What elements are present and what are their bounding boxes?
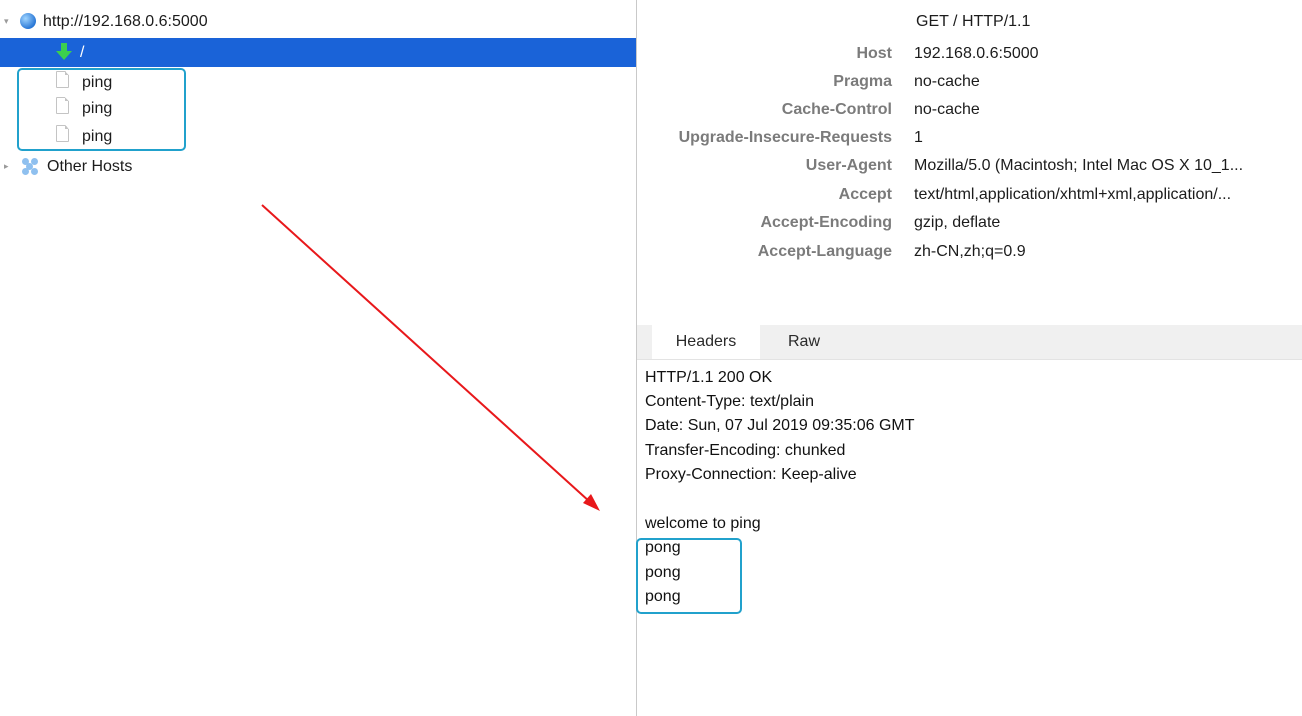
header-row: Accept-Language zh-CN,zh;q=0.9: [637, 238, 1302, 266]
header-key: Accept-Language: [757, 243, 892, 260]
tab-raw[interactable]: Raw: [767, 325, 841, 359]
response-header-line: Proxy-Connection: Keep-alive: [645, 466, 857, 483]
header-row: Cache-Control no-cache: [637, 96, 1302, 124]
response-tab-bar: Headers Raw: [637, 325, 1302, 360]
globe-icon: [20, 13, 36, 29]
header-key: Accept: [838, 186, 892, 203]
tree-row-root-path[interactable]: /: [0, 38, 636, 67]
header-key: Accept-Encoding: [760, 214, 892, 231]
header-key: Upgrade-Insecure-Requests: [678, 129, 892, 146]
header-key: Pragma: [833, 73, 892, 90]
header-row: Upgrade-Insecure-Requests 1: [637, 124, 1302, 152]
pong-highlight-box: [636, 538, 742, 614]
header-value: 192.168.0.6:5000: [914, 45, 1039, 62]
header-value: text/html,application/xhtml+xml,applicat…: [914, 186, 1232, 203]
host-url: http://192.168.0.6:5000: [43, 13, 208, 30]
disclosure-expanded-icon[interactable]: ▾: [4, 7, 9, 36]
header-row: Host 192.168.0.6:5000: [637, 40, 1302, 68]
header-value: no-cache: [914, 101, 980, 118]
download-arrow-icon: [56, 43, 72, 60]
header-row: Accept-Encoding gzip, deflate: [637, 209, 1302, 237]
request-line: GET / HTTP/1.1: [916, 13, 1031, 30]
header-value: no-cache: [914, 73, 980, 90]
header-key: Host: [856, 45, 892, 62]
response-header-line: Content-Type: text/plain: [645, 393, 814, 410]
header-key: User-Agent: [805, 157, 892, 174]
header-row: Accept text/html,application/xhtml+xml,a…: [637, 181, 1302, 209]
response-status-line: HTTP/1.1 200 OK: [645, 369, 773, 386]
request-headers-panel: GET / HTTP/1.1 Host 192.168.0.6:5000 Pra…: [637, 0, 1302, 320]
header-value: Mozilla/5.0 (Macintosh; Intel Mac OS X 1…: [914, 157, 1244, 174]
header-row: Pragma no-cache: [637, 68, 1302, 96]
tree-row-other-hosts[interactable]: ▸ Other Hosts: [0, 152, 636, 181]
tree-row-host[interactable]: ▾ http://192.168.0.6:5000: [0, 7, 636, 36]
header-row: User-Agent Mozilla/5.0 (Macintosh; Intel…: [637, 152, 1302, 180]
header-value: gzip, deflate: [914, 214, 1001, 231]
response-header-line: Date: Sun, 07 Jul 2019 09:35:06 GMT: [645, 417, 915, 434]
header-value: 1: [914, 129, 923, 146]
tab-headers[interactable]: Headers: [652, 325, 760, 359]
ping-highlight-box: [17, 68, 186, 151]
response-header-line: Transfer-Encoding: chunked: [645, 442, 846, 459]
header-value: zh-CN,zh;q=0.9: [914, 243, 1026, 260]
other-hosts-label: Other Hosts: [47, 158, 133, 175]
header-key: Cache-Control: [781, 101, 892, 118]
disclosure-collapsed-icon[interactable]: ▸: [4, 152, 9, 181]
response-body-line: welcome to ping: [645, 515, 761, 532]
root-path-label: /: [80, 44, 85, 61]
other-hosts-icon: [22, 158, 40, 176]
host-tree: ▾ http://192.168.0.6:5000 / ping ping pi…: [0, 0, 636, 716]
